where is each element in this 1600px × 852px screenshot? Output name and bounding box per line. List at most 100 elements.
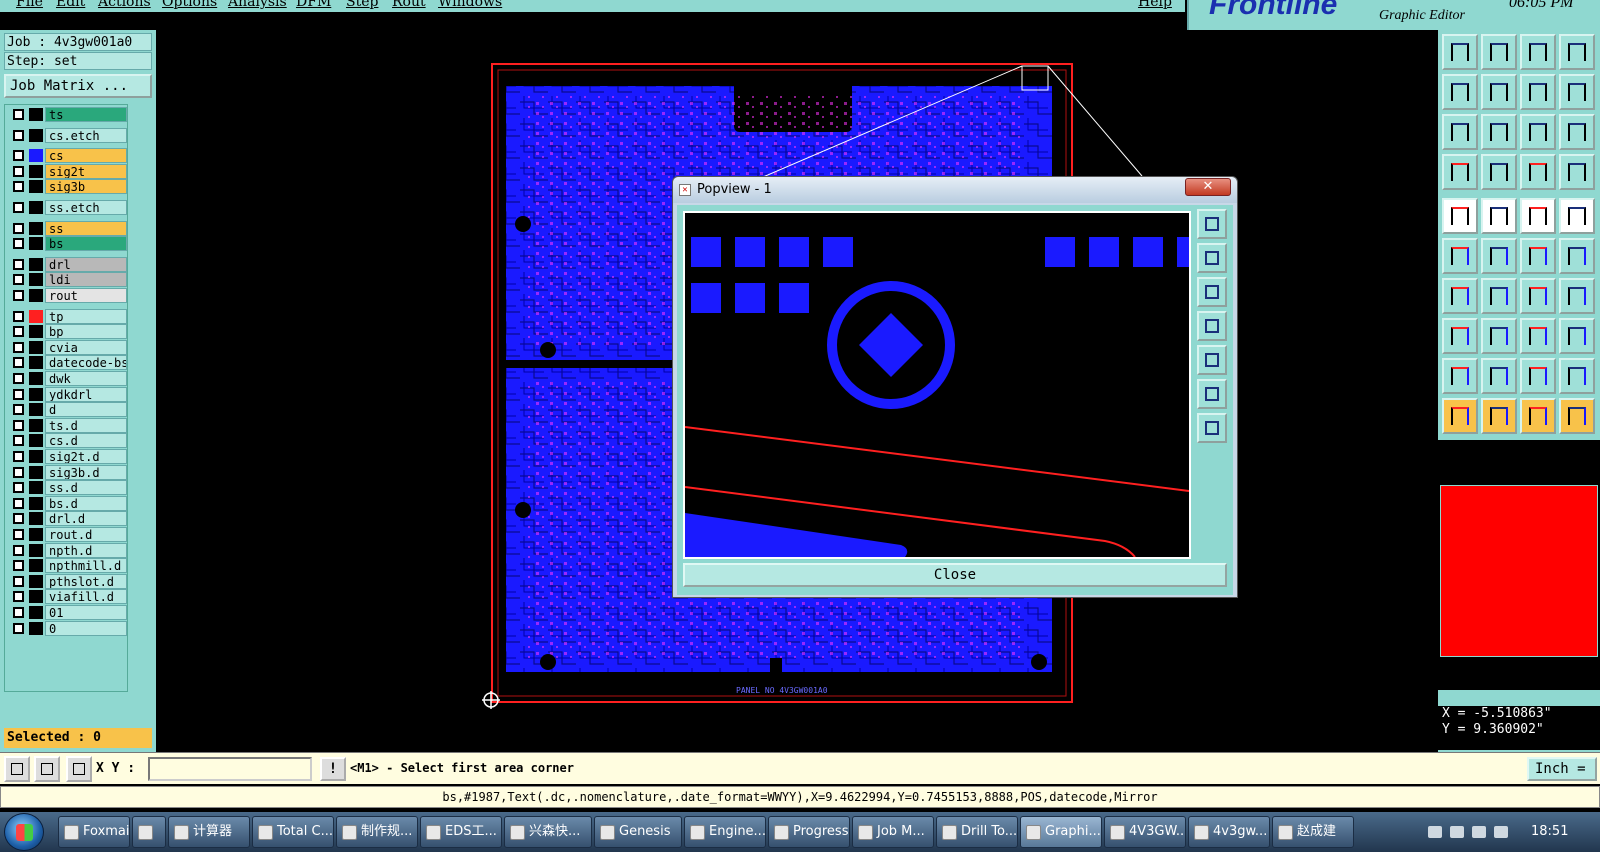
triangle-a-button[interactable] xyxy=(1442,358,1478,394)
taskbar-item[interactable]: 计算器 xyxy=(168,816,250,848)
layer-checkbox[interactable] xyxy=(13,202,24,213)
triangle-c-button[interactable] xyxy=(1520,358,1556,394)
exclamation-button[interactable]: ! xyxy=(320,757,346,781)
cross-button[interactable] xyxy=(1481,238,1517,274)
layer-name[interactable]: tp xyxy=(45,308,127,324)
measure-button[interactable] xyxy=(34,756,60,782)
layer-row[interactable]: tp xyxy=(7,308,127,324)
popview-zoom-in-button[interactable] xyxy=(1197,209,1227,239)
layer-checkbox[interactable] xyxy=(13,419,24,431)
layer-name[interactable]: ts xyxy=(45,107,127,122)
ff-button[interactable] xyxy=(1559,278,1595,314)
line-node-button[interactable] xyxy=(1559,238,1595,274)
layer-name[interactable]: ss.etch xyxy=(45,200,127,215)
popview-pan-right-button[interactable] xyxy=(1197,345,1227,375)
layer-row[interactable]: sig2t.d xyxy=(7,449,127,464)
layer-row[interactable]: sig2t xyxy=(7,163,127,179)
menu-file[interactable]: File xyxy=(16,0,43,10)
flag-icon[interactable] xyxy=(1450,826,1464,838)
probe-button[interactable] xyxy=(1481,154,1517,190)
center-button[interactable] xyxy=(1481,114,1517,150)
taskbar-item[interactable]: Drill To... xyxy=(936,816,1018,848)
layer-name[interactable]: cvia xyxy=(45,339,127,355)
move-node-button[interactable] xyxy=(1520,238,1556,274)
layer-name[interactable]: cs.etch xyxy=(45,127,127,143)
ruler-button[interactable] xyxy=(1520,198,1556,234)
units-selector[interactable]: Inch = xyxy=(1527,757,1597,781)
layer-checkbox[interactable] xyxy=(13,466,24,478)
redraw-button[interactable] xyxy=(1520,74,1556,110)
taskbar-item[interactable]: Genesis xyxy=(594,816,682,848)
popview-pan-up-button[interactable] xyxy=(1197,243,1227,273)
layer-row[interactable]: ts xyxy=(7,107,127,122)
window-zoom-button[interactable] xyxy=(1559,34,1595,70)
layer-checkbox[interactable] xyxy=(13,607,24,618)
layer-row[interactable]: ldi xyxy=(7,272,127,288)
layer-row[interactable]: ydkdrl xyxy=(7,386,127,402)
pan-left-button[interactable] xyxy=(1442,74,1478,110)
arc-button[interactable] xyxy=(1520,278,1556,314)
line-red-button[interactable] xyxy=(1481,278,1517,314)
layer-checkbox[interactable] xyxy=(13,529,24,540)
layer-name[interactable]: cs xyxy=(45,148,127,164)
taskbar-item[interactable]: 兴森快... xyxy=(504,816,592,848)
menu-edit[interactable]: Edit xyxy=(56,0,85,10)
taskbar-item[interactable] xyxy=(132,816,166,848)
cursor-graph-button[interactable] xyxy=(1559,398,1595,434)
taskbar-item[interactable]: Engine... xyxy=(684,816,766,848)
layer-name[interactable]: drl xyxy=(45,256,127,272)
popview-zoom-out-button[interactable] xyxy=(1197,413,1227,443)
layer-name[interactable]: viafill.d xyxy=(45,589,127,605)
layer-checkbox[interactable] xyxy=(13,575,24,587)
layer-name[interactable]: ldi xyxy=(45,272,127,288)
help-button[interactable] xyxy=(1559,114,1595,150)
layer-row[interactable]: sig3b xyxy=(7,179,127,195)
layer-name[interactable]: 0 xyxy=(45,620,127,636)
layer-row[interactable]: bp xyxy=(7,324,127,340)
network-icon[interactable] xyxy=(1494,826,1508,838)
snap-button[interactable] xyxy=(4,756,30,782)
layer-checkbox[interactable] xyxy=(13,290,24,301)
triangle-b-button[interactable] xyxy=(1481,358,1517,394)
line-angle-button[interactable] xyxy=(1442,278,1478,314)
layer-row[interactable]: bs xyxy=(7,236,127,252)
layer-name[interactable]: npth.d xyxy=(45,542,127,558)
layer-row[interactable]: dwk xyxy=(7,371,127,386)
layer-checkbox[interactable] xyxy=(13,482,24,494)
layer-checkbox[interactable] xyxy=(13,622,24,634)
fit-button[interactable] xyxy=(1442,114,1478,150)
layer-checkbox[interactable] xyxy=(13,129,24,141)
layer-name[interactable]: bs.d xyxy=(45,495,127,511)
menu-help[interactable]: Help xyxy=(1138,0,1172,10)
start-button[interactable] xyxy=(4,813,44,851)
menu-analysis[interactable]: Analysis xyxy=(228,0,287,10)
layer-name[interactable]: 01 xyxy=(45,605,127,620)
overview-map[interactable] xyxy=(1438,440,1600,690)
pad-move-button[interactable] xyxy=(1442,318,1478,354)
layer-name[interactable]: rout xyxy=(45,288,127,303)
taskbar-item[interactable]: Progress xyxy=(768,816,850,848)
layer-name[interactable]: dwk xyxy=(45,371,127,386)
triangle-d-button[interactable] xyxy=(1559,358,1595,394)
layer-name[interactable]: rout.d xyxy=(45,527,127,542)
taskbar-item[interactable]: Graphi... xyxy=(1020,816,1102,848)
layer-checkbox[interactable] xyxy=(13,435,24,447)
menu-actions[interactable]: Actions xyxy=(98,0,151,10)
layer-row[interactable]: cvia xyxy=(7,339,127,355)
layer-row[interactable]: cs.d xyxy=(7,433,127,449)
taskbar-item[interactable]: 制作规... xyxy=(336,816,418,848)
layer-name[interactable]: cs.d xyxy=(45,433,127,449)
layer-checkbox[interactable] xyxy=(13,591,24,603)
layer-row[interactable]: cs.etch xyxy=(7,127,127,143)
taskbar-item[interactable]: 赵成建 xyxy=(1272,816,1354,848)
layer-checkbox[interactable] xyxy=(13,560,24,572)
pan-down-button[interactable] xyxy=(1481,34,1517,70)
net-red-button[interactable] xyxy=(1520,154,1556,190)
net-red-2-button[interactable] xyxy=(1559,154,1595,190)
layer-name[interactable]: ts.d xyxy=(45,417,127,433)
layer-row[interactable]: npth.d xyxy=(7,542,127,558)
taskbar-item[interactable]: EDS工... xyxy=(420,816,502,848)
layer-name[interactable]: sig2t.d xyxy=(45,449,127,464)
pan-right-button[interactable] xyxy=(1481,74,1517,110)
cursor-red-button[interactable] xyxy=(1481,398,1517,434)
